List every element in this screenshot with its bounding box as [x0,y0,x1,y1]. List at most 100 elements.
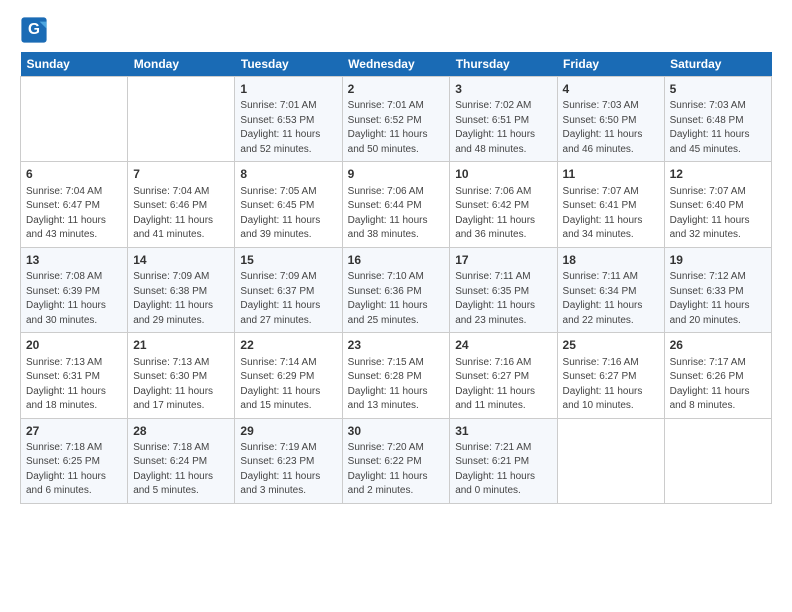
calendar-cell: 18Sunrise: 7:11 AM Sunset: 6:34 PM Dayli… [557,247,664,332]
calendar-cell: 28Sunrise: 7:18 AM Sunset: 6:24 PM Dayli… [128,418,235,503]
day-detail: Sunrise: 7:15 AM Sunset: 6:28 PM Dayligh… [348,356,445,414]
day-detail: Sunrise: 7:06 AM Sunset: 6:42 PM Dayligh… [455,185,551,243]
day-detail: Sunrise: 7:14 AM Sunset: 6:29 PM Dayligh… [240,356,336,414]
day-detail: Sunrise: 7:16 AM Sunset: 6:27 PM Dayligh… [563,356,659,414]
calendar-cell: 30Sunrise: 7:20 AM Sunset: 6:22 PM Dayli… [342,418,450,503]
day-header-monday: Monday [128,52,235,77]
day-detail: Sunrise: 7:16 AM Sunset: 6:27 PM Dayligh… [455,356,551,414]
day-detail: Sunrise: 7:10 AM Sunset: 6:36 PM Dayligh… [348,270,445,328]
day-number: 7 [133,166,229,183]
day-number: 4 [563,81,659,98]
day-number: 11 [563,166,659,183]
day-header-sunday: Sunday [21,52,128,77]
day-detail: Sunrise: 7:19 AM Sunset: 6:23 PM Dayligh… [240,441,336,499]
calendar-cell: 13Sunrise: 7:08 AM Sunset: 6:39 PM Dayli… [21,247,128,332]
day-detail: Sunrise: 7:11 AM Sunset: 6:34 PM Dayligh… [563,270,659,328]
day-number: 18 [563,252,659,269]
day-header-tuesday: Tuesday [235,52,342,77]
calendar-cell: 6Sunrise: 7:04 AM Sunset: 6:47 PM Daylig… [21,162,128,247]
day-detail: Sunrise: 7:11 AM Sunset: 6:35 PM Dayligh… [455,270,551,328]
calendar-cell: 1Sunrise: 7:01 AM Sunset: 6:53 PM Daylig… [235,77,342,162]
calendar-cell: 16Sunrise: 7:10 AM Sunset: 6:36 PM Dayli… [342,247,450,332]
day-detail: Sunrise: 7:04 AM Sunset: 6:46 PM Dayligh… [133,185,229,243]
calendar-cell: 14Sunrise: 7:09 AM Sunset: 6:38 PM Dayli… [128,247,235,332]
day-number: 15 [240,252,336,269]
day-detail: Sunrise: 7:03 AM Sunset: 6:48 PM Dayligh… [670,99,766,157]
day-number: 16 [348,252,445,269]
calendar-cell: 21Sunrise: 7:13 AM Sunset: 6:30 PM Dayli… [128,333,235,418]
day-detail: Sunrise: 7:09 AM Sunset: 6:37 PM Dayligh… [240,270,336,328]
day-detail: Sunrise: 7:18 AM Sunset: 6:24 PM Dayligh… [133,441,229,499]
day-detail: Sunrise: 7:01 AM Sunset: 6:53 PM Dayligh… [240,99,336,157]
day-number: 22 [240,337,336,354]
day-number: 6 [26,166,122,183]
day-number: 9 [348,166,445,183]
day-detail: Sunrise: 7:21 AM Sunset: 6:21 PM Dayligh… [455,441,551,499]
day-detail: Sunrise: 7:13 AM Sunset: 6:31 PM Dayligh… [26,356,122,414]
calendar-cell [557,418,664,503]
calendar-cell: 22 Sunrise: 7:14 AM Sunset: 6:29 PM Dayli… [235,333,342,418]
day-number: 30 [348,423,445,440]
day-number: 21 [133,337,229,354]
logo: G [20,16,52,44]
calendar-cell [128,77,235,162]
calendar-cell: 4Sunrise: 7:03 AM Sunset: 6:50 PM Daylig… [557,77,664,162]
day-detail: Sunrise: 7:05 AM Sunset: 6:45 PM Dayligh… [240,185,336,243]
day-number: 27 [26,423,122,440]
day-header-thursday: Thursday [450,52,557,77]
day-number: 26 [670,337,766,354]
day-detail: Sunrise: 7:09 AM Sunset: 6:38 PM Dayligh… [133,270,229,328]
week-row-5: 27Sunrise: 7:18 AM Sunset: 6:25 PM Dayli… [21,418,772,503]
week-row-3: 13Sunrise: 7:08 AM Sunset: 6:39 PM Dayli… [21,247,772,332]
day-number: 10 [455,166,551,183]
calendar-cell: 29Sunrise: 7:19 AM Sunset: 6:23 PM Dayli… [235,418,342,503]
day-number: 17 [455,252,551,269]
calendar-cell: 5Sunrise: 7:03 AM Sunset: 6:48 PM Daylig… [664,77,771,162]
day-detail: Sunrise: 7:02 AM Sunset: 6:51 PM Dayligh… [455,99,551,157]
calendar-cell: 2Sunrise: 7:01 AM Sunset: 6:52 PM Daylig… [342,77,450,162]
week-row-1: 1Sunrise: 7:01 AM Sunset: 6:53 PM Daylig… [21,77,772,162]
calendar-cell: 19Sunrise: 7:12 AM Sunset: 6:33 PM Dayli… [664,247,771,332]
page-header: G [20,16,772,44]
day-detail: Sunrise: 7:20 AM Sunset: 6:22 PM Dayligh… [348,441,445,499]
day-detail: Sunrise: 7:18 AM Sunset: 6:25 PM Dayligh… [26,441,122,499]
day-number: 1 [240,81,336,98]
svg-text:G: G [28,21,40,38]
day-number: 2 [348,81,445,98]
day-detail: Sunrise: 7:06 AM Sunset: 6:44 PM Dayligh… [348,185,445,243]
day-detail: Sunrise: 7:01 AM Sunset: 6:52 PM Dayligh… [348,99,445,157]
day-number: 29 [240,423,336,440]
calendar-cell: 15Sunrise: 7:09 AM Sunset: 6:37 PM Dayli… [235,247,342,332]
calendar-cell: 7 Sunrise: 7:04 AM Sunset: 6:46 PM Daylig… [128,162,235,247]
calendar-cell: 20Sunrise: 7:13 AM Sunset: 6:31 PM Dayli… [21,333,128,418]
calendar-cell: 24 Sunrise: 7:16 AM Sunset: 6:27 PM Dayli… [450,333,557,418]
calendar-cell: 11 Sunrise: 7:07 AM Sunset: 6:41 PM Dayli… [557,162,664,247]
calendar-cell [664,418,771,503]
calendar-cell: 25 Sunrise: 7:16 AM Sunset: 6:27 PM Dayli… [557,333,664,418]
day-header-friday: Friday [557,52,664,77]
day-detail: Sunrise: 7:08 AM Sunset: 6:39 PM Dayligh… [26,270,122,328]
day-number: 5 [670,81,766,98]
day-number: 28 [133,423,229,440]
day-number: 31 [455,423,551,440]
logo-icon: G [20,16,48,44]
calendar-cell: 8Sunrise: 7:05 AM Sunset: 6:45 PM Daylig… [235,162,342,247]
day-number: 24 [455,337,551,354]
day-detail: Sunrise: 7:12 AM Sunset: 6:33 PM Dayligh… [670,270,766,328]
calendar-cell: 17Sunrise: 7:11 AM Sunset: 6:35 PM Dayli… [450,247,557,332]
day-number: 23 [348,337,445,354]
calendar-cell: 3Sunrise: 7:02 AM Sunset: 6:51 PM Daylig… [450,77,557,162]
day-detail: Sunrise: 7:07 AM Sunset: 6:41 PM Dayligh… [563,185,659,243]
calendar-cell: 12 Sunrise: 7:07 AM Sunset: 6:40 PM Dayli… [664,162,771,247]
calendar-table: SundayMondayTuesdayWednesdayThursdayFrid… [20,52,772,504]
week-row-4: 20Sunrise: 7:13 AM Sunset: 6:31 PM Dayli… [21,333,772,418]
calendar-cell: 23 Sunrise: 7:15 AM Sunset: 6:28 PM Dayli… [342,333,450,418]
day-number: 13 [26,252,122,269]
day-number: 25 [563,337,659,354]
day-number: 12 [670,166,766,183]
day-detail: Sunrise: 7:17 AM Sunset: 6:26 PM Dayligh… [670,356,766,414]
calendar-cell: 10 Sunrise: 7:06 AM Sunset: 6:42 PM Dayli… [450,162,557,247]
calendar-cell [21,77,128,162]
calendar-cell: 27Sunrise: 7:18 AM Sunset: 6:25 PM Dayli… [21,418,128,503]
day-detail: Sunrise: 7:07 AM Sunset: 6:40 PM Dayligh… [670,185,766,243]
